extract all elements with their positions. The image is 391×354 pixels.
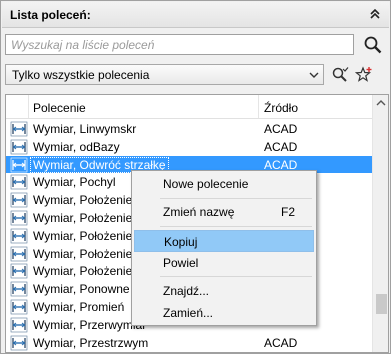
menu-item-label: Kopiuj xyxy=(164,235,198,249)
row-command-name: Wymiar, Położenie te xyxy=(33,193,146,208)
menu-divider xyxy=(160,198,312,199)
vertical-scrollbar[interactable] xyxy=(372,95,388,352)
column-header-source[interactable]: Źródło xyxy=(264,101,298,115)
menu-item-duplicate[interactable]: Powiel xyxy=(134,252,314,274)
linear-dimension-icon xyxy=(10,121,28,137)
search-input[interactable] xyxy=(6,35,353,54)
dimension-space-icon xyxy=(10,335,28,351)
oblique-dimension-icon xyxy=(10,174,28,190)
filter-dropdown[interactable]: Tylko wszystkie polecenia xyxy=(5,64,324,85)
row-command-name: Wymiar, Promień xyxy=(33,299,125,314)
row-command-name: Wymiar, Linwymskr xyxy=(33,122,137,136)
panel-title: Lista poleceń: xyxy=(10,8,91,22)
row-command-name: Wymiar, Położenie te xyxy=(33,246,146,261)
dimension-break-icon xyxy=(10,317,28,333)
magnifier-icon xyxy=(364,36,382,53)
menu-item-replace[interactable]: Zamień... xyxy=(134,302,314,324)
star-add-icon xyxy=(355,65,372,82)
chevron-down-icon xyxy=(309,72,319,78)
context-menu: Nowe polecenie Zmień nazwę F2 Kopiuj Pow… xyxy=(131,170,317,326)
panel-titlebar: Lista poleceń: xyxy=(2,2,389,28)
row-command-name: Wymiar, Ponowne sk xyxy=(33,282,145,297)
menu-item-find[interactable]: Znajdź... xyxy=(134,280,314,302)
add-favorite-button[interactable] xyxy=(353,64,375,85)
header-separator xyxy=(28,95,29,118)
menu-item-label: Znajdź... xyxy=(163,284,210,298)
row-source: ACAD xyxy=(264,335,298,350)
magnifier-filter-icon xyxy=(332,66,349,82)
flip-arrow-icon xyxy=(10,157,28,173)
header-separator xyxy=(258,95,259,118)
filter-selected-value: Tylko wszystkie polecenia xyxy=(12,68,150,82)
text-position-icon xyxy=(10,263,28,279)
row-command-name: Wymiar, odBazy xyxy=(33,139,120,154)
table-row[interactable]: Wymiar, odBazy ACAD xyxy=(6,138,372,156)
double-chevron-up-icon[interactable] xyxy=(367,6,383,22)
row-command-name: Wymiar, Położenie te xyxy=(33,264,146,279)
row-command-name: Wymiar, Pochyl xyxy=(33,175,116,190)
table-row[interactable]: Wymiar, Linwymskr ACAD xyxy=(6,120,372,138)
menu-item-new-command[interactable]: Nowe polecenie xyxy=(134,173,314,195)
scrollbar-thumb[interactable] xyxy=(376,294,387,314)
menu-item-label: Zmień nazwę xyxy=(163,205,235,219)
command-list-panel: Lista poleceń: Tylko wszystkie polecenia xyxy=(0,0,391,354)
text-position-icon xyxy=(10,246,28,262)
row-command-name: Wymiar, Przerwymiar xyxy=(33,317,147,332)
row-command-name: Wymiar, Położenie te xyxy=(33,210,146,225)
dimension-style-icon xyxy=(10,352,28,353)
text-position-icon xyxy=(10,192,28,208)
reassociate-icon xyxy=(10,281,28,297)
row-source: ACAD xyxy=(264,122,298,136)
table-row[interactable]: Wymiar, Styl wymiarowaniaACAD xyxy=(6,351,372,353)
table-row[interactable]: Wymiar, Przestrzwym ACAD xyxy=(6,334,372,352)
menu-divider xyxy=(160,276,312,277)
menu-item-shortcut: F2 xyxy=(281,205,296,219)
row-command-name: Wymiar, Położenie te xyxy=(33,228,146,243)
search-button[interactable] xyxy=(360,34,386,55)
menu-divider xyxy=(160,226,312,227)
menu-item-label: Nowe polecenie xyxy=(163,177,249,191)
filter-search-button[interactable] xyxy=(329,64,351,85)
menu-item-rename[interactable]: Zmień nazwę F2 xyxy=(134,201,314,223)
scroll-up-arrow-icon[interactable] xyxy=(376,99,386,107)
menu-item-label: Zamień... xyxy=(163,306,214,320)
radius-dimension-icon xyxy=(10,299,28,315)
row-command-name: Wymiar, Przestrzwym xyxy=(33,335,149,350)
row-source: ACAD xyxy=(264,139,298,154)
menu-item-label: Powiel xyxy=(163,256,199,270)
menu-item-copy[interactable]: Kopiuj xyxy=(134,230,314,252)
list-header: Polecenie Źródło xyxy=(6,95,372,119)
text-position-icon xyxy=(10,210,28,226)
baseline-dimension-icon xyxy=(10,139,28,155)
search-field[interactable] xyxy=(5,34,354,55)
column-header-command[interactable]: Polecenie xyxy=(33,101,86,115)
text-position-icon xyxy=(10,228,28,244)
